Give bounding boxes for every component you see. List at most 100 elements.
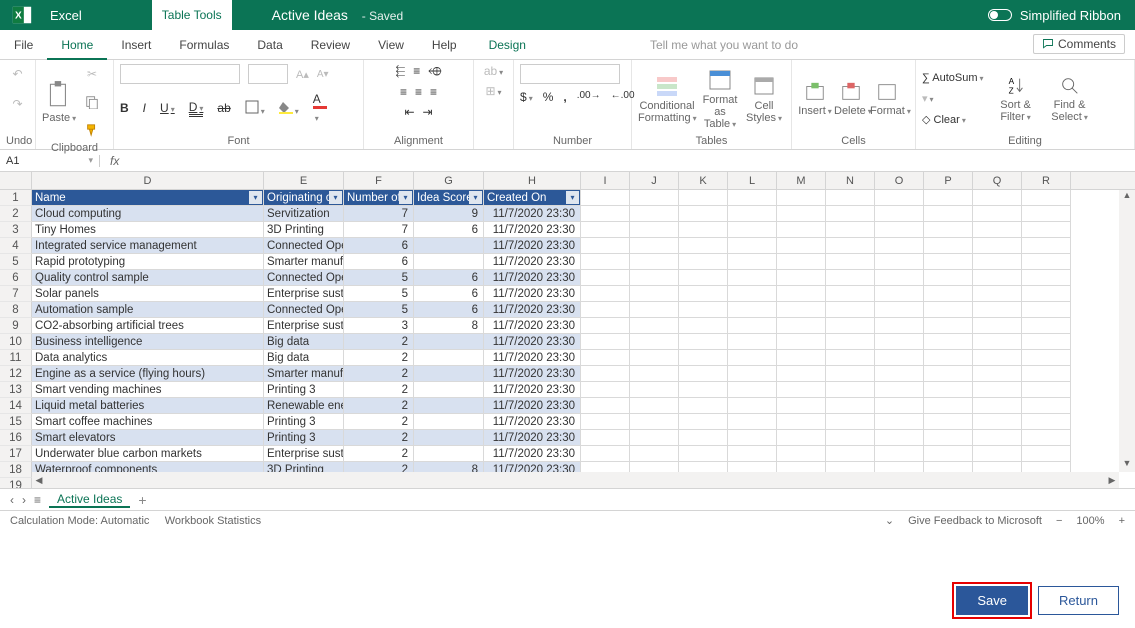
cell[interactable]: Connected Oper	[264, 270, 344, 286]
cell[interactable]: 11/7/2020 23:30	[484, 446, 581, 462]
filter-icon[interactable]: ▾	[249, 191, 262, 204]
sheet-nav-next[interactable]: ›	[22, 493, 26, 507]
cell[interactable]: 6	[414, 302, 484, 318]
cell[interactable]: Enterprise susta	[264, 286, 344, 302]
cell[interactable]	[414, 334, 484, 350]
row-header[interactable]: 19	[0, 478, 32, 488]
cell[interactable]	[581, 430, 630, 446]
cell[interactable]	[1022, 446, 1071, 462]
cut-icon[interactable]: ✂	[82, 64, 102, 84]
number-format-select[interactable]	[520, 64, 620, 84]
column-header[interactable]: G	[414, 172, 484, 189]
cell[interactable]	[728, 222, 777, 238]
cell[interactable]: 11/7/2020 23:30	[484, 270, 581, 286]
cell[interactable]	[581, 222, 630, 238]
cell[interactable]: 2	[344, 366, 414, 382]
align-center-icon[interactable]: ≡	[415, 85, 422, 99]
cell[interactable]	[973, 302, 1022, 318]
cell[interactable]: 11/7/2020 23:30	[484, 414, 581, 430]
cell[interactable]	[728, 238, 777, 254]
cell[interactable]	[414, 350, 484, 366]
row-header[interactable]: 13	[0, 382, 32, 398]
filter-icon[interactable]: ▾	[329, 191, 342, 204]
cell[interactable]: Quality control sample	[32, 270, 264, 286]
cell[interactable]	[679, 206, 728, 222]
help-dropdown[interactable]: ⌄	[885, 514, 894, 527]
cell[interactable]	[414, 398, 484, 414]
cell[interactable]	[924, 350, 973, 366]
cell[interactable]	[777, 414, 826, 430]
cell[interactable]: 11/7/2020 23:30	[484, 286, 581, 302]
cell[interactable]	[875, 318, 924, 334]
insert-cells-button[interactable]: Insert	[798, 81, 832, 117]
cell[interactable]: Smarter manufa	[264, 254, 344, 270]
filter-icon[interactable]: ▾	[469, 191, 482, 204]
cell[interactable]: Integrated service management	[32, 238, 264, 254]
increase-decimal-icon[interactable]: .00→	[577, 90, 601, 104]
strikethrough-button[interactable]: ab	[217, 101, 230, 115]
clear-button[interactable]: ◇ Clear	[922, 113, 984, 126]
cell[interactable]: 6	[414, 286, 484, 302]
cell[interactable]: 11/7/2020 23:30	[484, 318, 581, 334]
border-button[interactable]	[245, 100, 265, 117]
cell[interactable]	[875, 334, 924, 350]
cell[interactable]	[679, 270, 728, 286]
cell[interactable]	[826, 238, 875, 254]
cell[interactable]: 9	[414, 206, 484, 222]
cell[interactable]	[924, 254, 973, 270]
format-painter-icon[interactable]	[82, 120, 102, 140]
cell[interactable]	[826, 222, 875, 238]
cell[interactable]: 11/7/2020 23:30	[484, 222, 581, 238]
cell[interactable]	[973, 430, 1022, 446]
bold-button[interactable]: B	[120, 101, 129, 115]
currency-icon[interactable]: $	[520, 90, 533, 104]
cell[interactable]	[826, 350, 875, 366]
cell[interactable]: Connected Oper	[264, 302, 344, 318]
tab-formulas[interactable]: Formulas	[165, 30, 243, 60]
cell[interactable]: Smarter manufa	[264, 366, 344, 382]
cell[interactable]	[777, 206, 826, 222]
autosum-button[interactable]: ∑ AutoSum	[922, 72, 984, 84]
align-right-icon[interactable]: ≡	[430, 85, 437, 99]
cell[interactable]	[1022, 366, 1071, 382]
cell[interactable]	[679, 366, 728, 382]
cell[interactable]	[875, 350, 924, 366]
vertical-scrollbar[interactable]: ▲▼	[1119, 190, 1135, 472]
cell[interactable]: Liquid metal batteries	[32, 398, 264, 414]
cell[interactable]	[1022, 382, 1071, 398]
cell[interactable]: Rapid prototyping	[32, 254, 264, 270]
row-header[interactable]: 10	[0, 334, 32, 350]
cell[interactable]	[679, 286, 728, 302]
cell[interactable]: 2	[344, 414, 414, 430]
cell[interactable]	[581, 254, 630, 270]
cell[interactable]: Underwater blue carbon markets	[32, 446, 264, 462]
cell[interactable]	[728, 190, 777, 206]
cell[interactable]	[973, 366, 1022, 382]
decrease-decimal-icon[interactable]: ←.00	[611, 90, 635, 104]
cell[interactable]	[777, 318, 826, 334]
cell[interactable]	[777, 398, 826, 414]
cell[interactable]: 11/7/2020 23:30	[484, 366, 581, 382]
align-top-icon[interactable]: ⬱	[396, 64, 406, 79]
comma-icon[interactable]: ,	[563, 90, 566, 104]
cell[interactable]	[875, 270, 924, 286]
cell[interactable]	[1022, 254, 1071, 270]
cell[interactable]	[875, 254, 924, 270]
cell[interactable]	[973, 190, 1022, 206]
cell[interactable]	[777, 302, 826, 318]
cell[interactable]	[1022, 398, 1071, 414]
paste-button[interactable]: Paste	[42, 80, 76, 124]
undo-button[interactable]: ↶	[8, 64, 28, 84]
cell[interactable]	[973, 318, 1022, 334]
cell[interactable]	[973, 350, 1022, 366]
cell[interactable]	[826, 302, 875, 318]
cell[interactable]	[924, 190, 973, 206]
decrease-indent-icon[interactable]: ⇤	[404, 105, 414, 119]
cell[interactable]	[630, 398, 679, 414]
column-header[interactable]: L	[728, 172, 777, 189]
cell[interactable]	[875, 366, 924, 382]
cell[interactable]: 7	[344, 206, 414, 222]
cell[interactable]: 2	[344, 430, 414, 446]
cell[interactable]	[924, 222, 973, 238]
cell[interactable]	[581, 382, 630, 398]
